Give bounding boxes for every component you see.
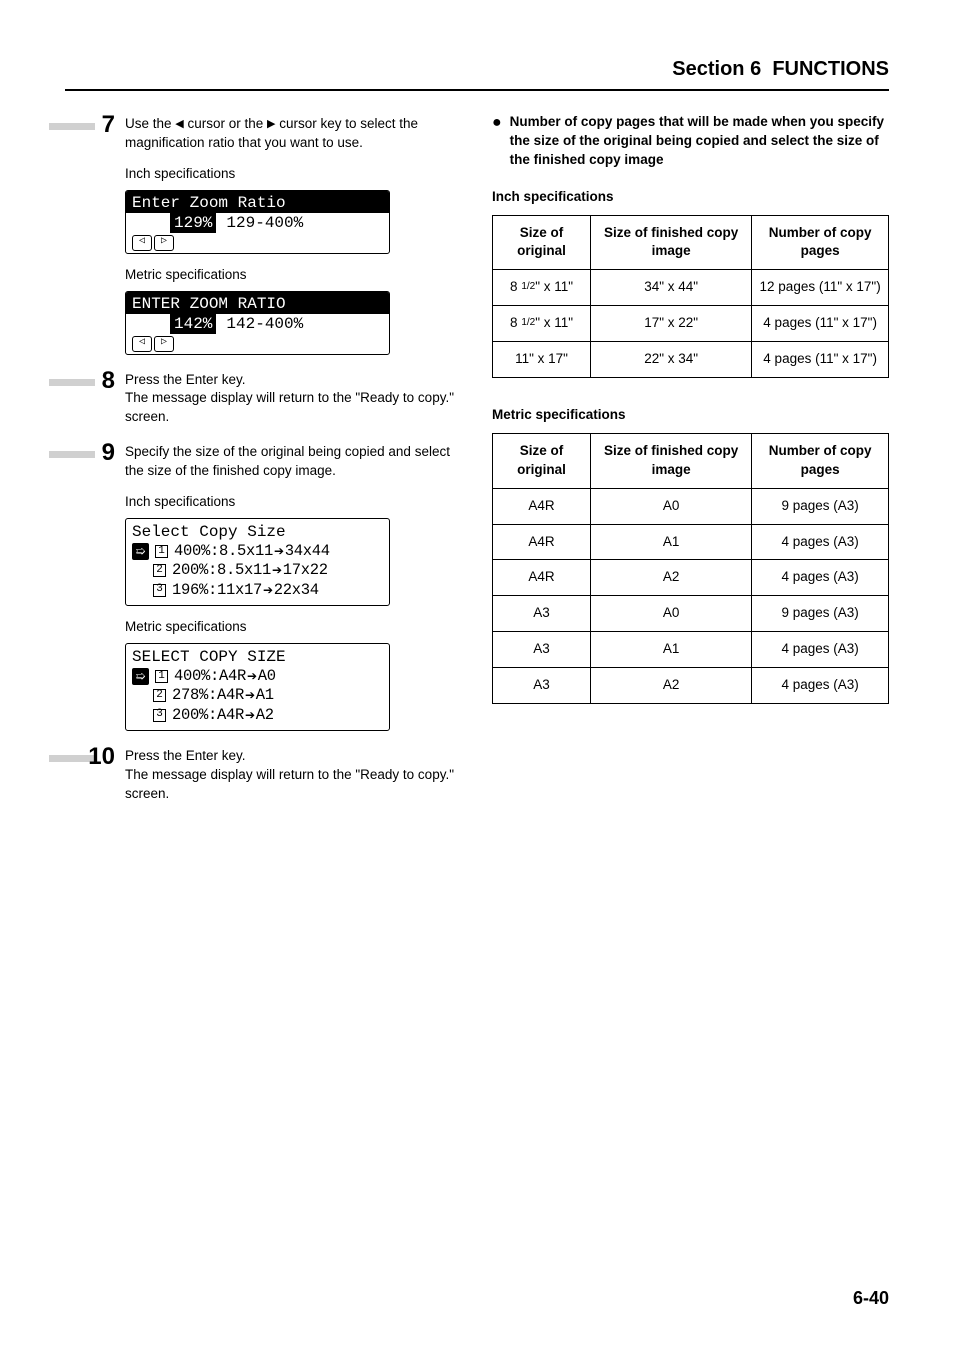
pointer-icon: ➯ bbox=[132, 543, 149, 560]
right-column: ● Number of copy pages that will be made… bbox=[492, 113, 889, 814]
lcd-right-key-icon: ▷ bbox=[154, 235, 174, 251]
table-row: A3A09 pages (A3) bbox=[493, 596, 889, 632]
lcd-inch-copysize: Select Copy Size ➯ 1 400%:8.5x11➔34x44 2… bbox=[125, 518, 390, 606]
lcd-row: 2 200%:8.5x11➔17x22 bbox=[132, 561, 383, 580]
section-label: Section 6 bbox=[672, 58, 761, 80]
step-body: Use the ◀ cursor or the ▶ cursor key to … bbox=[125, 113, 462, 355]
lcd-row: 3 200%:A4R➔A2 bbox=[132, 706, 383, 725]
lcd-value: 142% bbox=[170, 314, 216, 334]
step-number: 10 bbox=[65, 745, 125, 769]
lcd-row: ➯ 1 400%:A4R➔A0 bbox=[132, 667, 383, 686]
arrow-right-icon: ➔ bbox=[262, 583, 274, 597]
lcd-left-key-icon: ◁ bbox=[132, 235, 152, 251]
lcd-row: 2 278%:A4R➔A1 bbox=[132, 686, 383, 705]
option-number: 2 bbox=[153, 564, 166, 577]
lcd-metric-zoom: ENTER ZOOM RATIO 142% 142-400% ◁ ▷ bbox=[125, 291, 390, 355]
bullet-heading: ● Number of copy pages that will be made… bbox=[492, 113, 889, 170]
left-column: 7 Use the ◀ cursor or the ▶ cursor key t… bbox=[65, 113, 462, 814]
step-body: Specify the size of the original being c… bbox=[125, 441, 462, 731]
step-number: 9 bbox=[65, 441, 125, 465]
arrow-right-icon: ➔ bbox=[271, 563, 283, 577]
step-7: 7 Use the ◀ cursor or the ▶ cursor key t… bbox=[65, 113, 462, 355]
th-finished: Size of finished copy image bbox=[591, 215, 752, 270]
table-row: A4RA14 pages (A3) bbox=[493, 524, 889, 560]
th-pages: Number of copy pages bbox=[752, 433, 889, 488]
pointer-icon: ➯ bbox=[132, 668, 149, 685]
lcd-metric-copysize: SELECT COPY SIZE ➯ 1 400%:A4R➔A0 2 278%:… bbox=[125, 643, 390, 731]
arrow-right-icon: ➔ bbox=[246, 669, 258, 683]
option-number: 3 bbox=[153, 584, 166, 597]
table-row: A3A14 pages (A3) bbox=[493, 632, 889, 668]
th-original: Size of original bbox=[493, 433, 591, 488]
table-row: 11" x 17" 22" x 34" 4 pages (11" x 17") bbox=[493, 342, 889, 378]
lcd-range: 142-400% bbox=[226, 314, 303, 334]
page-header: Section 6 FUNCTIONS bbox=[65, 55, 889, 91]
step-10: 10 Press the Enter key. The message disp… bbox=[65, 745, 462, 804]
option-number: 1 bbox=[155, 670, 168, 683]
th-finished: Size of finished copy image bbox=[591, 433, 752, 488]
page-number: 6-40 bbox=[853, 1286, 889, 1311]
lcd-right-key-icon: ▷ bbox=[154, 336, 174, 352]
spec-label: Inch specifications bbox=[125, 493, 462, 512]
cursor-right-icon: ▶ bbox=[267, 117, 275, 132]
step-8: 8 Press the Enter key. The message displ… bbox=[65, 369, 462, 428]
option-number: 1 bbox=[155, 545, 168, 558]
lcd-left-key-icon: ◁ bbox=[132, 336, 152, 352]
arrow-right-icon: ➔ bbox=[244, 708, 256, 722]
step-9: 9 Specify the size of the original being… bbox=[65, 441, 462, 731]
step-number: 7 bbox=[65, 113, 125, 137]
table-row: 8 1/2" x 11" 17" x 22" 4 pages (11" x 17… bbox=[493, 306, 889, 342]
spec-label: Metric specifications bbox=[125, 618, 462, 637]
cursor-left-icon: ◀ bbox=[175, 117, 183, 132]
lcd-inch-zoom: Enter Zoom Ratio 129% 129-400% ◁ ▷ bbox=[125, 190, 390, 254]
th-pages: Number of copy pages bbox=[752, 215, 889, 270]
spec-heading: Metric specifications bbox=[492, 406, 889, 425]
step-body: Press the Enter key. The message display… bbox=[125, 369, 462, 428]
table-row: 8 1/2" x 11" 34" x 44" 12 pages (11" x 1… bbox=[493, 270, 889, 306]
bullet-text: Number of copy pages that will be made w… bbox=[510, 113, 889, 170]
section-title: FUNCTIONS bbox=[772, 58, 889, 80]
lcd-title: Select Copy Size bbox=[132, 522, 383, 542]
table-row: A3A24 pages (A3) bbox=[493, 668, 889, 704]
table-row: A4RA24 pages (A3) bbox=[493, 560, 889, 596]
lcd-row: ➯ 1 400%:8.5x11➔34x44 bbox=[132, 542, 383, 561]
lcd-row: 3 196%:11x17➔22x34 bbox=[132, 581, 383, 600]
table-row: A4RA09 pages (A3) bbox=[493, 488, 889, 524]
inch-table: Size of original Size of finished copy i… bbox=[492, 215, 889, 378]
arrow-right-icon: ➔ bbox=[244, 688, 256, 702]
step-body: Press the Enter key. The message display… bbox=[125, 745, 462, 804]
spec-label: Inch specifications bbox=[125, 165, 462, 184]
metric-table: Size of original Size of finished copy i… bbox=[492, 433, 889, 704]
bullet-icon: ● bbox=[492, 113, 502, 170]
lcd-title: ENTER ZOOM RATIO bbox=[126, 292, 389, 314]
lcd-value: 129% bbox=[170, 213, 216, 233]
th-original: Size of original bbox=[493, 215, 591, 270]
spec-heading: Inch specifications bbox=[492, 188, 889, 207]
option-number: 2 bbox=[153, 689, 166, 702]
step-number: 8 bbox=[65, 369, 125, 393]
option-number: 3 bbox=[153, 709, 166, 722]
arrow-right-icon: ➔ bbox=[273, 544, 285, 558]
spec-label: Metric specifications bbox=[125, 266, 462, 285]
lcd-title: Enter Zoom Ratio bbox=[126, 191, 389, 213]
lcd-range: 129-400% bbox=[226, 213, 303, 233]
lcd-title: SELECT COPY SIZE bbox=[132, 647, 383, 667]
